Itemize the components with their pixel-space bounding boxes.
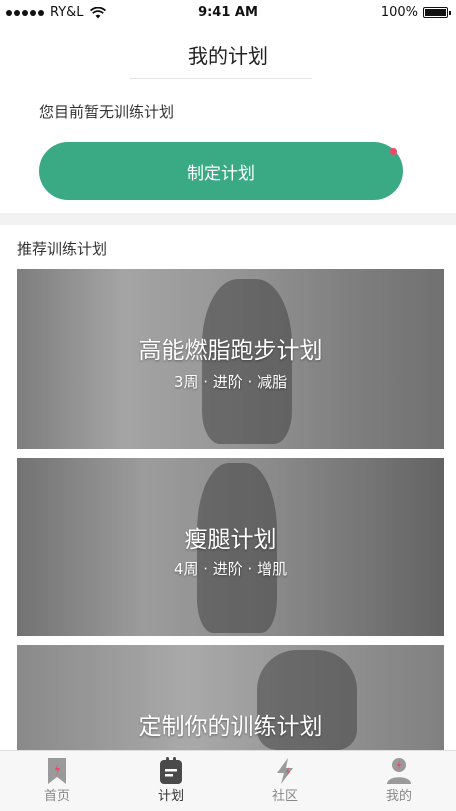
tab-bar: 首页 计划 社区 我的: [0, 750, 456, 811]
card-meta: 3周 · 进阶 · 减脂: [173, 373, 288, 391]
card-title: 高能燃脂跑步计划: [138, 338, 323, 364]
plan-card-custom[interactable]: 定制你的训练计划: [17, 645, 444, 751]
status-right: 100%: [380, 5, 451, 20]
battery-icon: [423, 7, 451, 18]
page-title: 我的计划: [188, 44, 268, 68]
tab-label: 社区: [271, 789, 298, 804]
plan-card-fat-burn[interactable]: 高能燃脂跑步计划 3周 · 进阶 · 减脂: [17, 269, 444, 449]
tab-community[interactable]: 社区: [228, 751, 342, 811]
tab-profile[interactable]: 我的: [342, 751, 456, 811]
card-title: 定制你的训练计划: [138, 714, 323, 740]
plan-card-slim-legs[interactable]: 瘦腿计划 4周 · 进阶 · 增肌: [17, 458, 444, 636]
make-plan-label: 制定计划: [187, 163, 255, 183]
bookmark-icon: [44, 757, 70, 785]
section-separator: [0, 213, 456, 225]
tab-home[interactable]: 首页: [0, 751, 114, 811]
status-bar: RY&L 9:41 AM 100%: [0, 0, 456, 26]
user-icon: [386, 757, 412, 785]
recommend-section-title: 推荐训练计划: [17, 240, 108, 258]
card-meta: 4周 · 进阶 · 增肌: [173, 560, 288, 578]
empty-plan-text: 您目前暂无训练计划: [39, 103, 175, 121]
plan-icon: [158, 757, 184, 785]
card-title: 瘦腿计划: [184, 527, 277, 553]
tab-label: 首页: [43, 789, 70, 804]
tab-label: 计划: [157, 789, 184, 804]
tab-label: 我的: [385, 789, 412, 804]
notification-dot-icon: [390, 148, 397, 155]
make-plan-button[interactable]: 制定计划: [39, 142, 403, 200]
battery-label: 100%: [380, 5, 418, 20]
title-divider: [130, 78, 312, 79]
lightning-icon: [272, 757, 298, 785]
tab-plan[interactable]: 计划: [114, 751, 228, 811]
